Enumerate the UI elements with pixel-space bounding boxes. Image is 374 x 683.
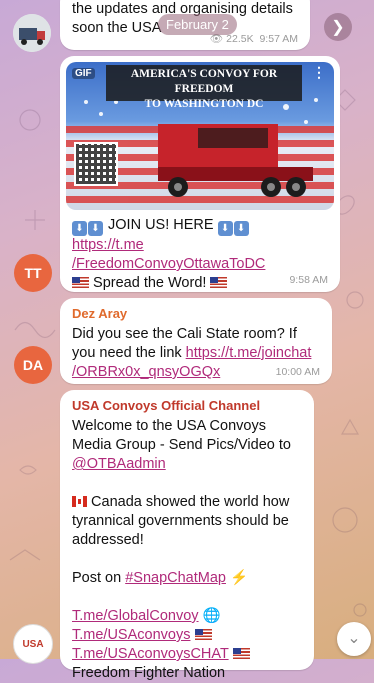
channel-avatar-top[interactable] [13,14,51,52]
qr-code-icon [74,142,118,186]
gif-media[interactable]: GIF AMERICA'S CONVOY FOR FREEDOM TO WASH… [66,62,334,210]
avatar-usa-convoys[interactable]: USA [13,624,53,664]
share-button[interactable]: ❯ [324,13,352,41]
scroll-down-button[interactable]: ⌄ [337,622,371,656]
avatar-label: USA [22,638,44,650]
us-flag-icon [72,277,89,288]
message-dez-aray[interactable]: Dez Aray Did you see the Cali State room… [60,298,332,384]
us-flag-icon [232,648,250,659]
truck-avatar-icon [13,14,51,52]
down-arrow-icon: ⬇ [88,221,103,236]
more-menu-icon[interactable]: ⋮ [312,65,326,79]
join-line: ⬇ ⬇ JOIN US! HERE ⬇ ⬇ [72,216,332,236]
us-flag-icon [194,629,212,640]
gif-banner-title: AMERICA'S CONVOY FOR FREEDOM TO WASHINGT… [130,68,278,110]
sender-name[interactable]: USA Convoys Official Channel [72,398,260,413]
admin-mention[interactable]: @OTBAadmin [72,455,310,474]
joinchat-link[interactable]: https://t.me/joinchat [186,345,312,361]
global-convoy-link[interactable]: T.me/GlobalConvoy [72,608,199,624]
message-time: 10:00 AM [275,366,320,378]
message-channel-post[interactable]: USA Convoys Official Channel Welcome to … [60,390,314,681]
down-arrow-icon: ⬇ [217,221,233,236]
avatar-tt[interactable]: TT [14,254,52,292]
canada-flag-icon [72,496,87,507]
lightning-icon: ⚡ [230,570,249,586]
scroll-down-icon: ⌄ [347,630,361,647]
usa-convoys-chat-link[interactable]: T.me/USAconvoysCHAT [72,646,229,662]
down-arrow-icon: ⬇ [233,221,249,236]
down-arrow-icon: ⬇ [72,221,87,236]
message-gif[interactable]: GIF AMERICA'S CONVOY FOR FREEDOM TO WASH… [60,56,340,292]
freedom-convoy-link[interactable]: https://t.me /FreedomConvoyOttawaToDC [72,236,332,274]
channel-post-body: Welcome to the USA Convoys Media Group -… [72,417,310,683]
share-arrow-icon: ❯ [331,19,345,36]
message-time: 9:58 AM [289,274,328,286]
avatar-da[interactable]: DA [14,346,52,384]
date-pill: February 2 [158,14,237,35]
sender-name[interactable]: Dez Aray [72,306,127,321]
usa-convoys-link[interactable]: T.me/USAconvoys [72,627,190,643]
hashtag-link[interactable]: #SnapChatMap [125,570,226,586]
gif-badge: GIF [72,68,95,79]
us-flag-icon [210,277,228,288]
globe-icon: 🌐 [202,608,221,624]
